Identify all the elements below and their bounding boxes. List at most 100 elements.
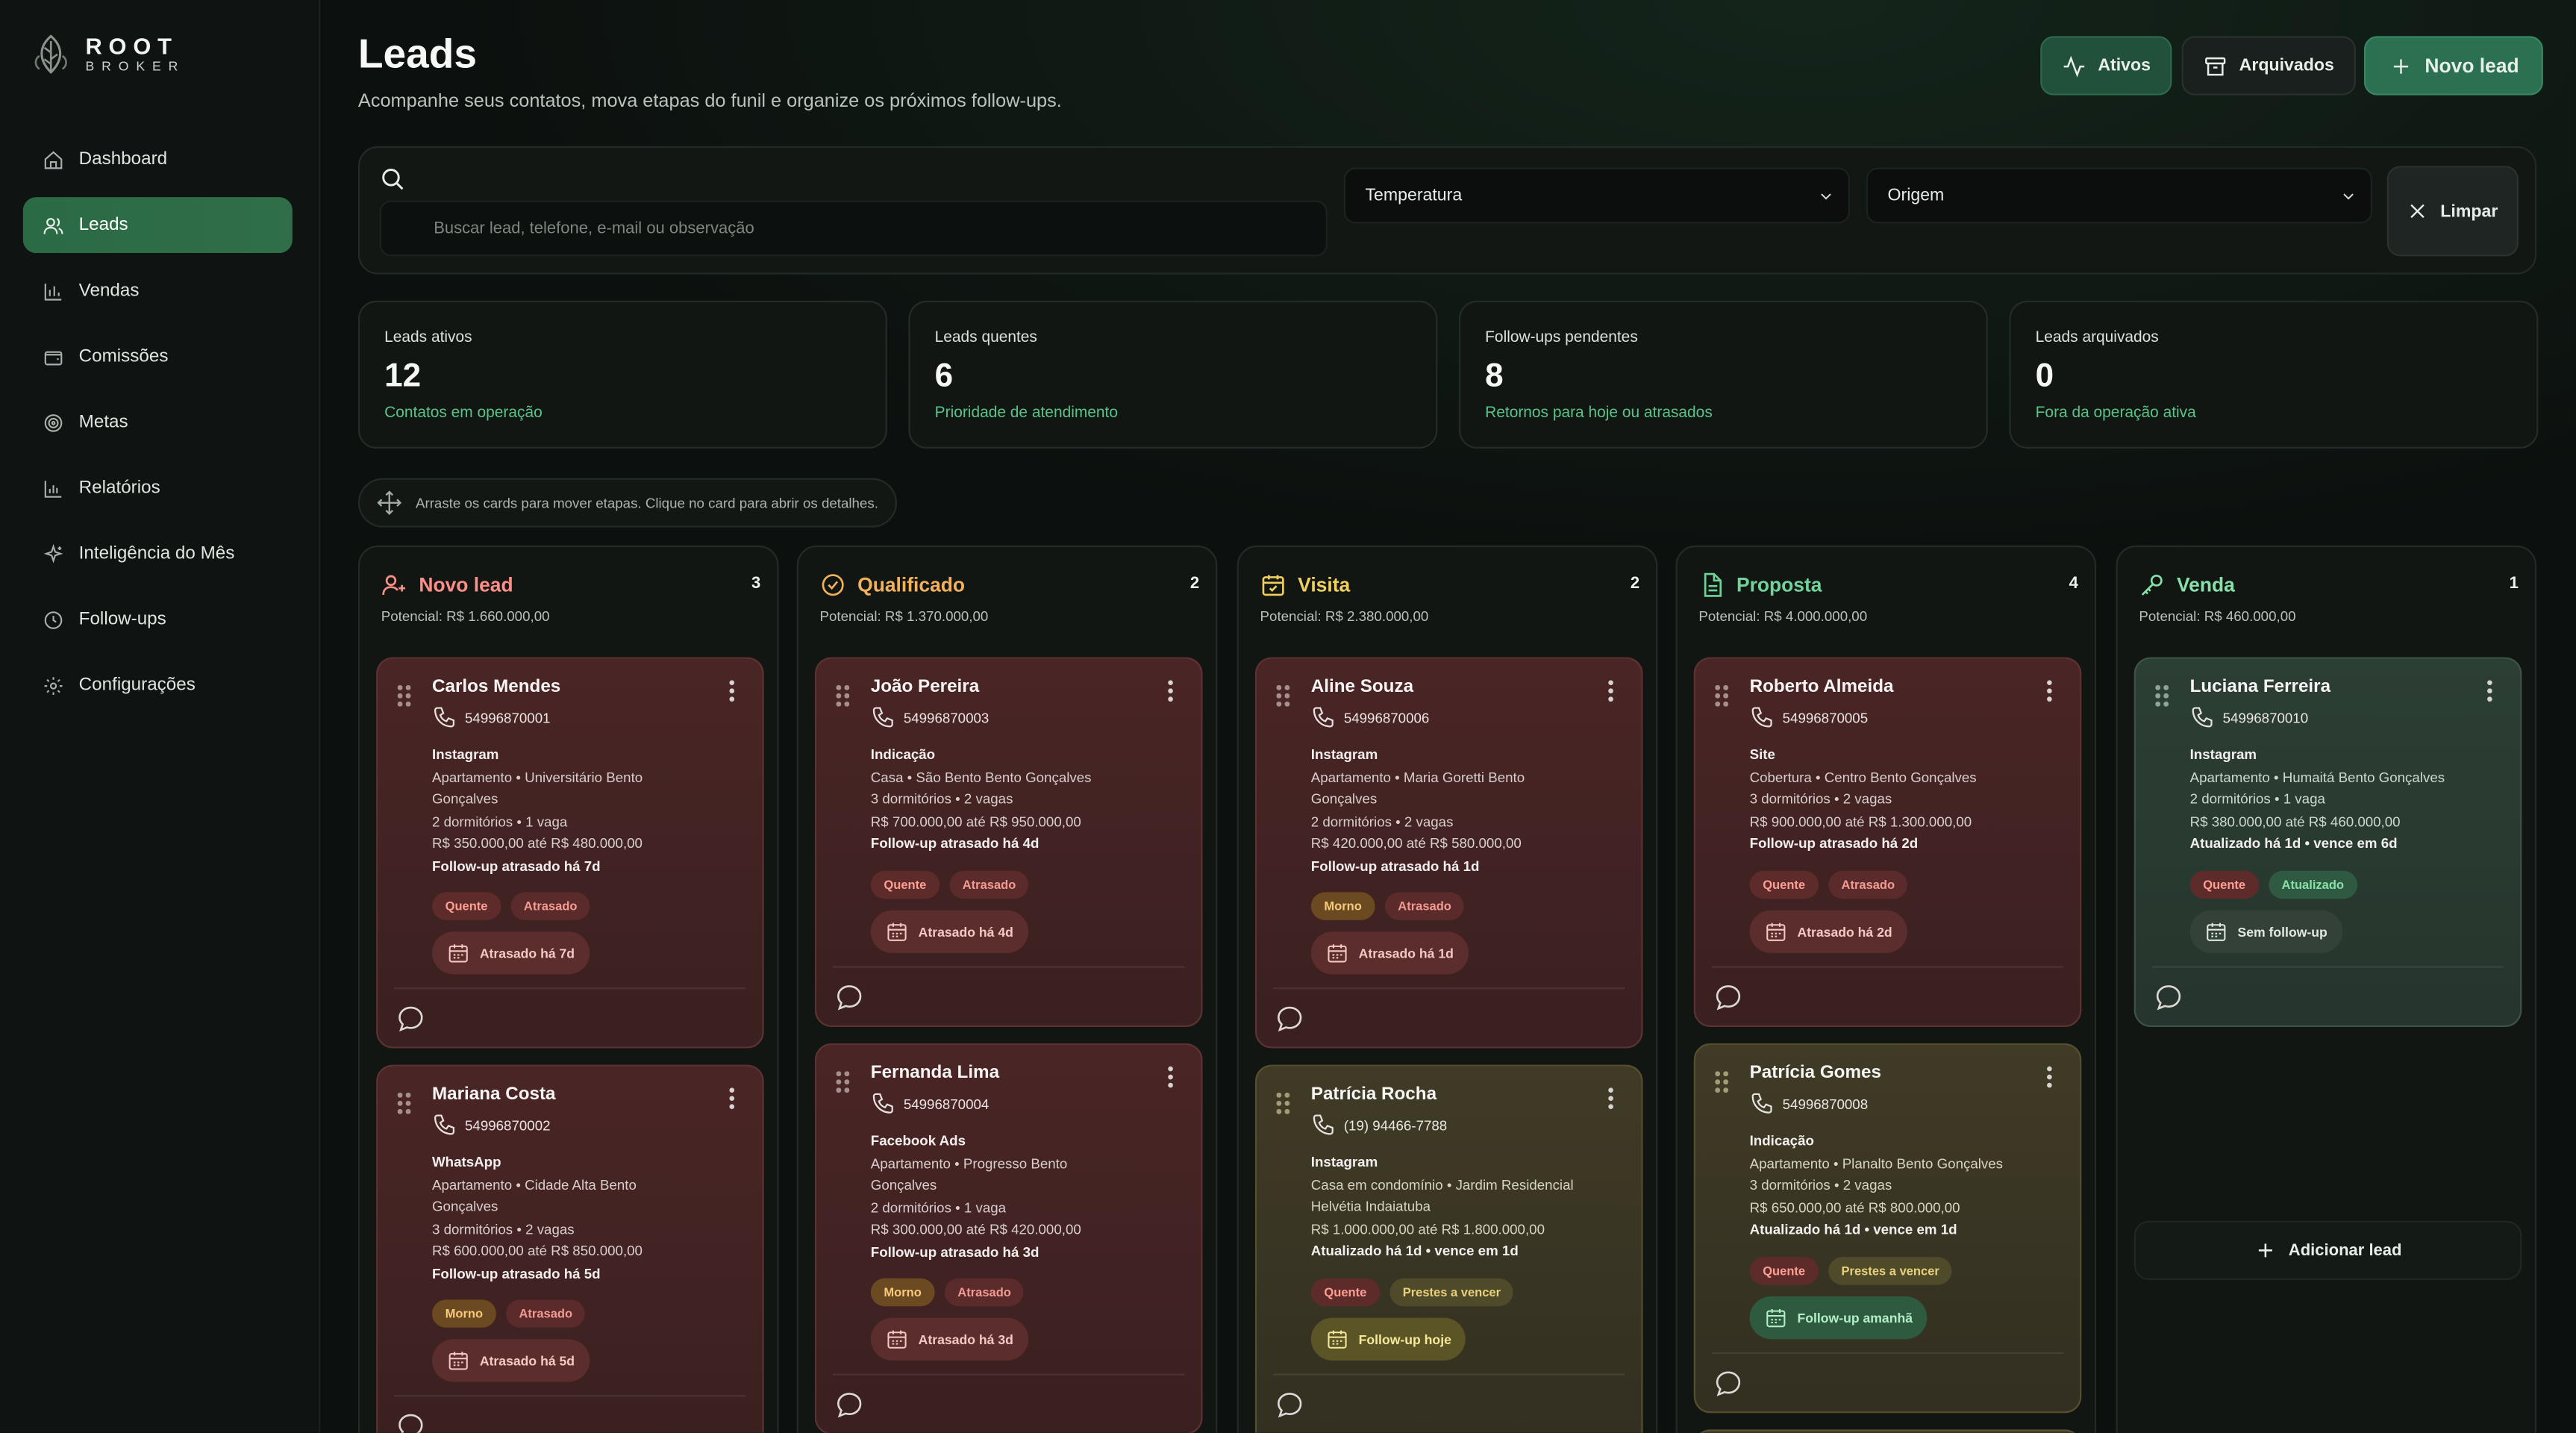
lead-phone: 54996870008 [1750,1091,1868,1116]
novo-lead-button[interactable]: Novo lead [2363,36,2544,96]
sidebar-item-relatorios[interactable]: Relatórios [23,460,293,516]
lead-card[interactable]: Roberto Almeida 54996870005 Site Cobertu… [1693,657,2082,1027]
drag-handle-icon[interactable] [1276,685,1290,708]
chat-icon[interactable] [834,1390,864,1420]
stat-label: Leads ativos [384,328,472,347]
lead-detail-line: 3 dormitórios • 2 vagas [431,1220,575,1237]
lead-card[interactable] [1693,1429,2082,1433]
followup-button-label: Atrasado há 1d [1358,945,1454,961]
column-count: 2 [1630,575,1640,593]
stat-sub: Contatos em operação [384,404,543,422]
filters-panel: Temperatura Origem Limpar [357,146,2537,275]
add-lead-button[interactable]: Adicionar lead [2133,1220,2522,1280]
sidebar-item-label: Comissões [78,346,169,366]
lead-name: Mariana Costa [431,1084,556,1105]
stat-card-followups: Follow-ups pendentes 8 Retornos para hoj… [1458,300,1988,449]
close-icon [2411,204,2425,219]
more-menu-icon[interactable] [729,1087,736,1111]
stat-sub: Prioridade de atendimento [934,404,1118,422]
calendar-icon [2207,922,2226,941]
drag-handle-icon[interactable] [2155,685,2169,708]
sidebar-item-dashboard[interactable]: Dashboard [23,131,293,187]
followup-button[interactable]: Atrasado há 1d [1310,931,1469,975]
lead-card[interactable]: Fernanda Lima 54996870004 Facebook Ads A… [814,1043,1203,1433]
drag-handle-icon[interactable] [836,1071,850,1094]
card-divider [394,1395,746,1397]
limpar-button[interactable]: Limpar [2386,166,2519,257]
more-menu-icon[interactable] [1168,680,1175,703]
followup-button[interactable]: Sem follow-up [2189,910,2342,953]
chat-icon[interactable] [1275,1390,1304,1420]
lead-card[interactable]: Luciana Ferreira 54996870010 Instagram A… [2133,657,2522,1027]
search-input[interactable] [379,200,1328,257]
origem-select[interactable]: Origem [1866,167,2372,224]
chat-icon[interactable] [1713,1369,1743,1399]
lead-card[interactable]: Mariana Costa 54996870002 WhatsApp Apart… [376,1064,764,1433]
followup-button[interactable]: Atrasado há 4d [870,910,1028,953]
sidebar-item-configuracoes[interactable]: Configurações [23,658,293,714]
drag-handle-icon[interactable] [1715,1071,1728,1094]
ativos-button[interactable]: Ativos [2040,36,2172,96]
temperatura-select[interactable]: Temperatura [1343,167,1850,224]
more-menu-icon[interactable] [2487,680,2494,703]
chat-icon[interactable] [2154,982,2183,1012]
stat-label: Leads arquivados [2035,328,2159,347]
chat-icon[interactable] [1275,1004,1304,1034]
sidebar-item-leads[interactable]: Leads [22,197,293,254]
target-icon [44,413,63,431]
leads-page: ROOT BROKER Dashboard Leads Vendas Comis… [0,0,2576,1433]
lead-followup-status: Follow-up atrasado há 5d [431,1264,601,1281]
sidebar-item-vendas[interactable]: Vendas [23,263,293,319]
lead-card[interactable]: Aline Souza 54996870006 Instagram Aparta… [1254,657,1643,1049]
lead-detail-line: R$ 1.000.000,00 até R$ 1.800.000,00 [1310,1220,1545,1237]
brand-logo[interactable]: ROOT BROKER [33,33,185,75]
drag-handle-icon[interactable] [836,685,850,708]
more-menu-icon[interactable] [1608,1087,1615,1111]
followup-button[interactable]: Atrasado há 5d [431,1339,590,1382]
followup-button[interactable]: Atrasado há 7d [431,931,590,975]
more-menu-icon[interactable] [2047,680,2054,703]
chat-icon[interactable] [1713,982,1743,1012]
lead-detail-line: Apartamento • Maria Goretti Bento [1310,768,1525,785]
lead-phone: (19) 94466-7788 [1311,1112,1447,1137]
drag-handle-icon[interactable] [1276,1092,1290,1116]
more-menu-icon[interactable] [1608,680,1615,703]
more-menu-icon[interactable] [1168,1066,1175,1090]
column-venda: Venda 1 Potencial: R$ 460.000,00 Luciana… [2116,545,2537,1433]
card-divider [1711,966,2064,968]
arquivados-button[interactable]: Arquivados [2181,36,2356,96]
drag-handle-icon[interactable] [1715,685,1728,708]
lead-name: Fernanda Lima [870,1063,1000,1083]
drag-handle-icon[interactable] [397,1092,411,1116]
lead-card[interactable]: Patrícia Rocha (19) 94466-7788 Instagram… [1254,1064,1643,1433]
lead-followup-status: Follow-up atrasado há 3d [870,1243,1040,1260]
sidebar-item-inteligencia[interactable]: Inteligência do Mês [23,525,293,581]
card-divider [2151,966,2504,968]
more-menu-icon[interactable] [2047,1066,2054,1090]
chat-icon[interactable] [396,1004,426,1034]
followup-button[interactable]: Atrasado há 2d [1749,910,1907,953]
column-title-label: Proposta [1736,573,1822,597]
drag-handle-icon[interactable] [397,685,411,708]
lead-followup-status: Atualizado há 1d • vence em 1d [1749,1220,1957,1237]
column-title: Venda [2139,572,2235,598]
temperature-badge: Quente [431,892,501,920]
lead-tags: Quente Atualizado [2189,870,2357,899]
lead-card[interactable]: João Pereira 54996870003 Indicação Casa … [814,657,1203,1027]
chat-icon[interactable] [396,1411,426,1433]
lead-detail-line: R$ 420.000,00 até R$ 580.000,00 [1310,834,1522,852]
followup-button[interactable]: Atrasado há 3d [870,1317,1028,1361]
followup-button[interactable]: Follow-up amanhã [1749,1296,1928,1340]
sidebar-item-comissoes[interactable]: Comissões [23,328,293,384]
lead-card[interactable]: Patrícia Gomes 54996870008 Indicação Apa… [1693,1043,2082,1414]
chat-icon[interactable] [834,982,864,1012]
sidebar-item-followups[interactable]: Follow-ups [23,592,293,648]
followup-button[interactable]: Follow-up hoje [1310,1317,1466,1361]
stat-card-quentes: Leads quentes 6 Prioridade de atendiment… [908,300,1438,449]
lead-details: Instagram Casa em condomínio • Jardim Re… [1311,1152,1631,1263]
more-menu-icon[interactable] [729,680,736,703]
lead-phone-number: 54996870004 [903,1095,990,1112]
lead-card[interactable]: Carlos Mendes 54996870001 Instagram Apar… [376,657,764,1049]
sidebar-item-metas[interactable]: Metas [23,394,293,450]
sidebar-item-label: Relatórios [78,478,160,499]
